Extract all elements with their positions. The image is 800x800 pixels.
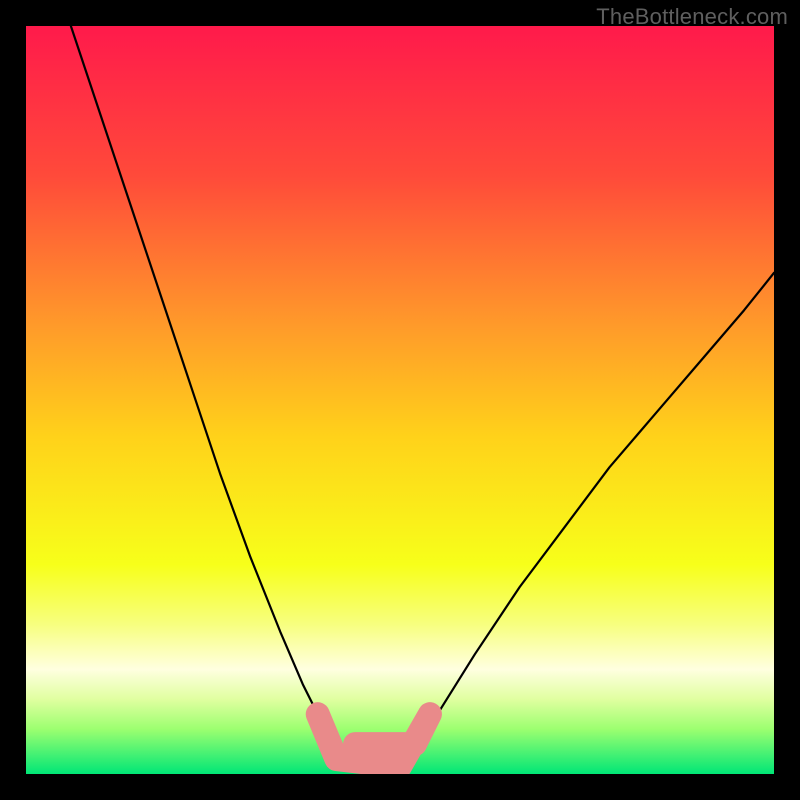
- chart-frame: TheBottleneck.com: [0, 0, 800, 800]
- watermark-text: TheBottleneck.com: [596, 4, 788, 30]
- chart-background: [26, 26, 774, 774]
- chart-plot-area: [26, 26, 774, 774]
- chart-svg: [26, 26, 774, 774]
